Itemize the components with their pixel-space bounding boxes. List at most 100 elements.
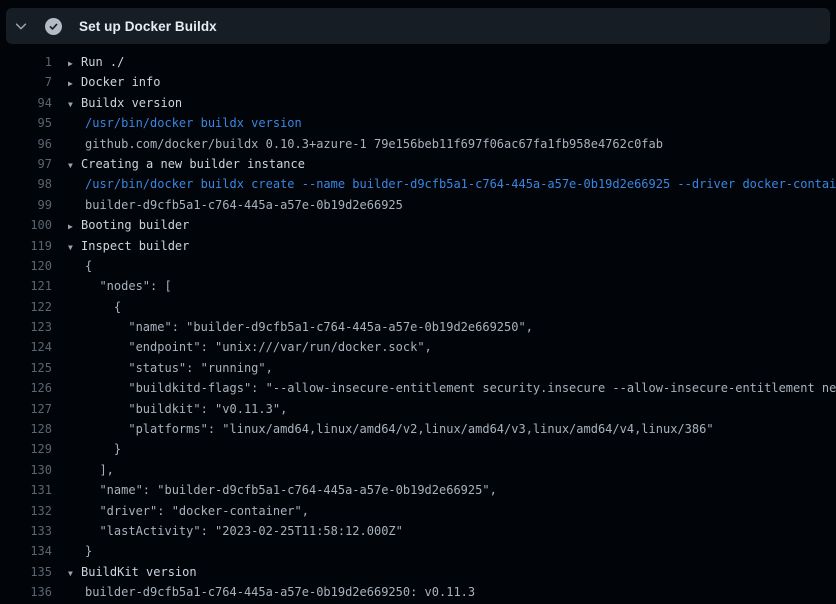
line-number[interactable]: 136 bbox=[0, 582, 52, 602]
line-number[interactable]: 127 bbox=[0, 399, 52, 419]
line-number[interactable]: 97 bbox=[0, 154, 52, 174]
log-line: 124 "endpoint": "unix:///var/run/docker.… bbox=[0, 337, 836, 357]
log-line: 96github.com/docker/buildx 0.10.3+azure-… bbox=[0, 134, 836, 154]
log-line: 125 "status": "running", bbox=[0, 358, 836, 378]
log-text: "buildkitd-flags": "--allow-insecure-ent… bbox=[52, 378, 836, 398]
triangle-expanded-icon[interactable]: ▼ bbox=[68, 95, 81, 115]
line-number[interactable]: 124 bbox=[0, 337, 52, 357]
log-line: 134} bbox=[0, 541, 836, 561]
line-number[interactable]: 132 bbox=[0, 501, 52, 521]
line-number[interactable]: 120 bbox=[0, 256, 52, 276]
line-number[interactable]: 125 bbox=[0, 358, 52, 378]
group-title: Run ./ bbox=[81, 55, 124, 69]
log-line: 7▶Docker info bbox=[0, 72, 836, 92]
log-line: 127 "buildkit": "v0.11.3", bbox=[0, 399, 836, 419]
line-number[interactable]: 128 bbox=[0, 419, 52, 439]
log-text: builder-d9cfb5a1-c764-445a-a57e-0b19d2e6… bbox=[52, 582, 475, 602]
log-line: 126 "buildkitd-flags": "--allow-insecure… bbox=[0, 378, 836, 398]
log-group-header[interactable]: ▼Creating a new builder instance bbox=[52, 154, 305, 174]
line-number[interactable]: 135 bbox=[0, 562, 52, 582]
log-line: 132 "driver": "docker-container", bbox=[0, 501, 836, 521]
triangle-expanded-icon[interactable]: ▼ bbox=[68, 156, 81, 176]
chevron-down-icon[interactable] bbox=[6, 8, 36, 44]
triangle-collapsed-icon[interactable]: ▶ bbox=[68, 74, 81, 94]
command-text: /usr/bin/docker buildx create --name bui… bbox=[52, 174, 836, 194]
log-line: 95/usr/bin/docker buildx version bbox=[0, 113, 836, 133]
log-group-header[interactable]: ▶Run ./ bbox=[52, 52, 124, 72]
line-number[interactable]: 98 bbox=[0, 174, 52, 194]
log-line: 97▼Creating a new builder instance bbox=[0, 154, 836, 174]
log-text: builder-d9cfb5a1-c764-445a-a57e-0b19d2e6… bbox=[52, 195, 403, 215]
log-line: 121 "nodes": [ bbox=[0, 276, 836, 296]
log-group-header[interactable]: ▼Buildx version bbox=[52, 93, 182, 113]
log-line: 1▶Run ./ bbox=[0, 52, 836, 72]
log-text: "driver": "docker-container", bbox=[52, 501, 309, 521]
log-lines: 1▶Run ./7▶Docker info94▼Buildx version95… bbox=[0, 52, 836, 604]
log-line: 122 { bbox=[0, 297, 836, 317]
triangle-expanded-icon[interactable]: ▼ bbox=[68, 564, 81, 584]
check-circle-icon bbox=[45, 18, 62, 35]
log-text: } bbox=[52, 439, 121, 459]
line-number[interactable]: 7 bbox=[0, 72, 52, 92]
line-number[interactable]: 129 bbox=[0, 439, 52, 459]
step-title: Set up Docker Buildx bbox=[79, 19, 217, 34]
log-text: ], bbox=[52, 460, 114, 480]
line-number[interactable]: 126 bbox=[0, 378, 52, 398]
log-text: { bbox=[52, 256, 92, 276]
log-line: 128 "platforms": "linux/amd64,linux/amd6… bbox=[0, 419, 836, 439]
log-line: 131 "name": "builder-d9cfb5a1-c764-445a-… bbox=[0, 480, 836, 500]
triangle-expanded-icon[interactable]: ▼ bbox=[68, 238, 81, 258]
line-number[interactable]: 1 bbox=[0, 52, 52, 72]
log-text: "endpoint": "unix:///var/run/docker.sock… bbox=[52, 337, 432, 357]
log-line: 120{ bbox=[0, 256, 836, 276]
group-title: BuildKit version bbox=[81, 565, 197, 579]
log-text: "nodes": [ bbox=[52, 276, 172, 296]
line-number[interactable]: 122 bbox=[0, 297, 52, 317]
log-group-header[interactable]: ▼Inspect builder bbox=[52, 236, 189, 256]
log-group-header[interactable]: ▼BuildKit version bbox=[52, 562, 197, 582]
step-header[interactable]: Set up Docker Buildx bbox=[6, 8, 830, 44]
log-line: 136builder-d9cfb5a1-c764-445a-a57e-0b19d… bbox=[0, 582, 836, 602]
group-title: Buildx version bbox=[81, 96, 182, 110]
group-title: Booting builder bbox=[81, 218, 189, 232]
log-line: 129 } bbox=[0, 439, 836, 459]
group-title: Docker info bbox=[81, 75, 160, 89]
line-number[interactable]: 119 bbox=[0, 236, 52, 256]
log-text: { bbox=[52, 297, 121, 317]
line-number[interactable]: 99 bbox=[0, 195, 52, 215]
log-text: "name": "builder-d9cfb5a1-c764-445a-a57e… bbox=[52, 317, 533, 337]
line-number[interactable]: 96 bbox=[0, 134, 52, 154]
log-line: 123 "name": "builder-d9cfb5a1-c764-445a-… bbox=[0, 317, 836, 337]
line-number[interactable]: 94 bbox=[0, 93, 52, 113]
log-line: 94▼Buildx version bbox=[0, 93, 836, 113]
log-line: 99builder-d9cfb5a1-c764-445a-a57e-0b19d2… bbox=[0, 195, 836, 215]
line-number[interactable]: 123 bbox=[0, 317, 52, 337]
group-title: Creating a new builder instance bbox=[81, 157, 305, 171]
log-line: 133 "lastActivity": "2023-02-25T11:58:12… bbox=[0, 521, 836, 541]
line-number[interactable]: 121 bbox=[0, 276, 52, 296]
log-line: 100▶Booting builder bbox=[0, 215, 836, 235]
line-number[interactable]: 131 bbox=[0, 480, 52, 500]
line-number[interactable]: 134 bbox=[0, 541, 52, 561]
log-line: 130 ], bbox=[0, 460, 836, 480]
line-number[interactable]: 130 bbox=[0, 460, 52, 480]
log-line: 119▼Inspect builder bbox=[0, 236, 836, 256]
log-text: } bbox=[52, 541, 92, 561]
log-text: "status": "running", bbox=[52, 358, 273, 378]
log-line: 98/usr/bin/docker buildx create --name b… bbox=[0, 174, 836, 194]
line-number[interactable]: 100 bbox=[0, 215, 52, 235]
log-text: github.com/docker/buildx 0.10.3+azure-1 … bbox=[52, 134, 663, 154]
log-line: 135▼BuildKit version bbox=[0, 562, 836, 582]
log-text: "name": "builder-d9cfb5a1-c764-445a-a57e… bbox=[52, 480, 497, 500]
line-number[interactable]: 133 bbox=[0, 521, 52, 541]
line-number[interactable]: 95 bbox=[0, 113, 52, 133]
log-group-header[interactable]: ▶Docker info bbox=[52, 72, 160, 92]
triangle-collapsed-icon[interactable]: ▶ bbox=[68, 54, 81, 74]
triangle-collapsed-icon[interactable]: ▶ bbox=[68, 217, 81, 237]
command-text: /usr/bin/docker buildx version bbox=[52, 113, 302, 133]
log-text: "lastActivity": "2023-02-25T11:58:12.000… bbox=[52, 521, 403, 541]
group-title: Inspect builder bbox=[81, 239, 189, 253]
log-text: "platforms": "linux/amd64,linux/amd64/v2… bbox=[52, 419, 714, 439]
log-group-header[interactable]: ▶Booting builder bbox=[52, 215, 189, 235]
log-text: "buildkit": "v0.11.3", bbox=[52, 399, 287, 419]
